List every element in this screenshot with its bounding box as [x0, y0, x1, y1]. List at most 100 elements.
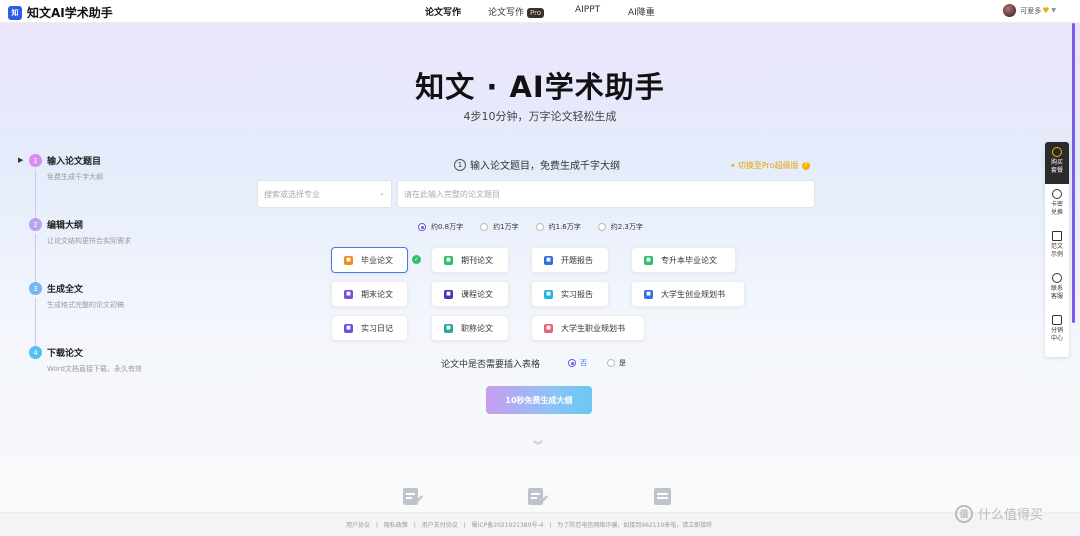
radio-label: 否 — [580, 359, 587, 367]
nav-aippt[interactable]: AIPPT — [575, 5, 600, 15]
radio-icon — [535, 223, 544, 231]
table-option-yes[interactable]: 是 — [607, 358, 626, 368]
final-icon: ■ — [344, 289, 353, 299]
form-step-text: 输入论文题目，免费生成千字大纲 — [470, 161, 620, 172]
document-download-icon — [654, 488, 671, 505]
table-question: 论文中是否需要插入表格 — [441, 360, 541, 370]
user-name: 可爱多 — [1020, 6, 1042, 15]
step-desc: Word文档直接下载，永久有效 — [47, 365, 142, 373]
radio-selected-icon — [418, 223, 426, 231]
paper-type-proposal[interactable]: ■ 开题报告 — [531, 247, 609, 273]
sidebar-label: 中心 — [1050, 335, 1063, 342]
radio-label: 约2.3万字 — [610, 223, 643, 231]
word-count-option[interactable]: 约1.6万字 — [535, 222, 581, 232]
sidebar-label: 兑换 — [1050, 209, 1063, 216]
sidebar-distribution-center[interactable]: 分销 中心 — [1045, 310, 1069, 352]
footer-links: 用户协议 | 隐私政策 | 用户支付协议 | 蜀ICP备2021021389号-… — [346, 520, 716, 529]
sidebar-label: 客服 — [1050, 293, 1063, 300]
step-number: 3 — [29, 282, 42, 295]
pro-switch-label: 切换至Pro超级版 — [737, 161, 799, 170]
scrollbar-thumb[interactable] — [1072, 23, 1075, 323]
table-option-no[interactable]: 否 — [568, 358, 587, 368]
generate-outline-button[interactable]: 10秒免费生成大纲 — [486, 386, 592, 414]
paper-title-input[interactable] — [397, 180, 815, 208]
sidebar-sample-papers[interactable]: 范文 示例 — [1045, 226, 1069, 268]
step-title: 生成全文 — [47, 285, 84, 295]
sidebar-label: 套餐 — [1050, 167, 1063, 174]
footer-icp[interactable]: 蜀ICP备2021021389号-4 — [472, 522, 544, 529]
paper-type-graduation[interactable]: ■ 毕业论文 — [331, 247, 408, 273]
major-select[interactable]: 搜索或选择专业 ⌄ — [257, 180, 392, 208]
radio-label: 约0.8万字 — [431, 223, 464, 231]
step-number: 4 — [29, 346, 42, 359]
paper-type-course[interactable]: ■ 课程论文 — [431, 281, 509, 307]
title-icon: ■ — [444, 323, 453, 333]
paper-type-startup-plan[interactable]: ■ 大学生创业规划书 — [631, 281, 745, 307]
career-icon: ■ — [544, 323, 553, 333]
logo[interactable]: 知 知文AI学术助手 — [8, 4, 113, 21]
step-desc: 生成格式完整的论文初稿 — [47, 301, 124, 309]
sidebar-buy-package[interactable]: 购买 套餐 — [1045, 142, 1069, 184]
diary-icon: ■ — [344, 323, 353, 333]
word-count-options: 约0.8万字 约1万字 约1.6万字 约2.3万字 — [418, 222, 660, 232]
sidebar-contact-support[interactable]: 联系 客服 — [1045, 268, 1069, 310]
nav-paper-writing-pro[interactable]: 论文写作 Pro — [488, 5, 545, 18]
avatar — [1003, 4, 1017, 17]
paper-type-label: 职称论文 — [461, 323, 493, 333]
step-desc: 让论文结构更符合实际需求 — [47, 237, 131, 245]
footer-link-privacy[interactable]: 隐私政策 — [384, 522, 408, 529]
coin-icon — [1052, 147, 1062, 157]
radio-icon — [607, 359, 615, 367]
paper-type-title[interactable]: ■ 职称论文 — [431, 315, 509, 341]
step-title: 编辑大纲 — [47, 221, 84, 231]
internship-icon: ■ — [544, 289, 553, 299]
floating-sidebar: 购买 套餐 卡密 兑换 范文 示例 联系 客服 分销 中心 — [1045, 142, 1069, 357]
paper-type-upgrade[interactable]: ■ 专升本毕业论文 — [631, 247, 736, 273]
logo-icon: 知 — [8, 5, 22, 20]
sidebar-label: 购买 — [1050, 159, 1063, 166]
nav-paper-writing[interactable]: 论文写作 — [425, 5, 461, 18]
word-count-option[interactable]: 约0.8万字 — [418, 222, 463, 232]
word-count-option[interactable]: 约2.3万字 — [597, 222, 643, 232]
sidebar-label: 示例 — [1050, 251, 1063, 258]
paper-type-journal[interactable]: ■ 期刊论文 — [431, 247, 509, 273]
paper-type-career-plan[interactable]: ■ 大学生职业规划书 — [531, 315, 645, 341]
journal-icon: ■ — [444, 255, 453, 265]
watermark-logo-icon: 值 — [955, 504, 973, 523]
radio-label: 约1万字 — [493, 223, 519, 231]
footer-divider: | — [463, 522, 466, 529]
radio-icon — [480, 223, 489, 231]
pro-badge: Pro — [527, 8, 545, 18]
radio-icon — [597, 223, 606, 231]
footer-link-payment[interactable]: 用户支付协议 — [422, 522, 458, 529]
word-count-option[interactable]: 约1万字 — [480, 222, 519, 232]
paper-type-internship[interactable]: ■ 实习报告 — [531, 281, 609, 307]
step-desc: 免费生成千字大纲 — [47, 173, 103, 181]
paper-type-label: 期刊论文 — [461, 255, 493, 265]
footer-link-user-agreement[interactable]: 用户协议 — [346, 522, 370, 529]
paper-type-label: 开题报告 — [561, 255, 593, 265]
step-title: 下载论文 — [47, 349, 84, 359]
scroll-down-icon[interactable]: ︾ — [533, 437, 543, 452]
footer-divider: | — [413, 522, 416, 529]
step-title: 输入论文题目 — [47, 157, 102, 167]
bag-icon — [1052, 315, 1062, 325]
caret-down-icon: ▼ — [1051, 7, 1056, 14]
step-connector — [35, 298, 36, 346]
step-connector — [35, 170, 36, 218]
user-menu[interactable]: 可爱多 ♥ ▼ — [1003, 4, 1056, 17]
pro-switch-link[interactable]: ✦ 切换至Pro超级版 ? — [730, 160, 810, 171]
sidebar-label: 范文 — [1050, 243, 1063, 250]
footer-divider: | — [549, 522, 552, 529]
paper-type-label: 实习日记 — [361, 323, 393, 333]
sparkle-icon: ✦ — [730, 161, 736, 170]
paper-type-label: 期末论文 — [361, 289, 393, 299]
step-number: 2 — [29, 218, 42, 231]
nav-ai-rewrite[interactable]: AI降重 — [628, 5, 655, 18]
upgrade-icon: ■ — [644, 255, 653, 265]
paper-type-diary[interactable]: ■ 实习日记 — [331, 315, 408, 341]
sidebar-redeem-code[interactable]: 卡密 兑换 — [1045, 184, 1069, 226]
paper-type-final[interactable]: ■ 期末论文 — [331, 281, 408, 307]
footer: 用户协议 | 隐私政策 | 用户支付协议 | 蜀ICP备2021021389号-… — [0, 512, 1080, 536]
top-bar: 知 知文AI学术助手 论文写作 论文写作 Pro AIPPT AI降重 可爱多 ♥… — [0, 0, 1080, 23]
